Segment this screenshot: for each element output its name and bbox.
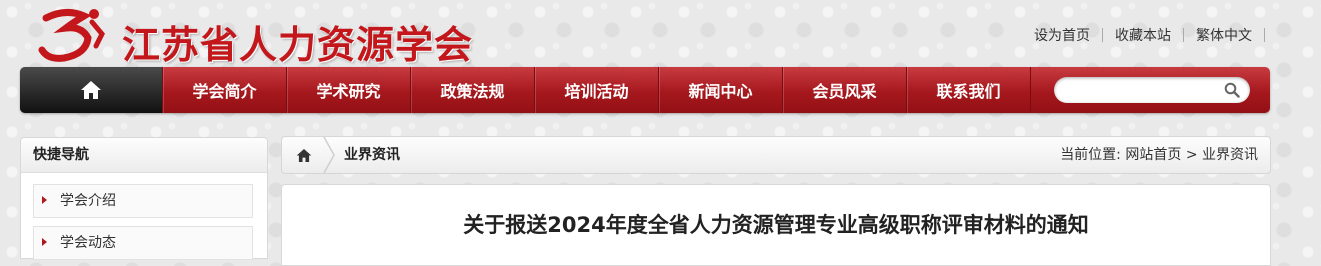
nav-item-research[interactable]: 学术研究 [286,67,410,113]
site-logo[interactable]: 江苏省人力资源学会 [36,4,556,67]
chevron-right-icon [323,137,335,173]
sidebar-title: 快捷导航 [21,138,267,173]
search-icon[interactable] [1224,82,1240,98]
breadcrumb: 业界资讯 当前位置: 网站首页 > 业界资讯 [281,136,1271,174]
nav-item-policy[interactable]: 政策法规 [410,67,534,113]
main-nav: 学会简介 学术研究 政策法规 培训活动 新闻中心 会员风采 联系我们 [20,67,1270,113]
article-panel: 关于报送2024年度全省人力资源管理专业高级职称评审材料的通知 [281,184,1271,266]
set-homepage-link[interactable]: 设为首页 [1022,25,1102,45]
breadcrumb-home-link[interactable]: 网站首页 [1125,147,1181,163]
nav-item-contact[interactable]: 联系我们 [906,67,1031,113]
breadcrumb-current-link[interactable]: 业界资讯 [1202,147,1258,163]
sidebar-item-news[interactable]: 学会动态 [33,226,253,260]
search-box [1054,77,1250,103]
top-links: 设为首页 收藏本站 繁体中文 [1022,25,1265,45]
nav-item-about[interactable]: 学会简介 [162,67,286,113]
nav-item-news[interactable]: 新闻中心 [658,67,782,113]
search-input[interactable] [1064,80,1218,102]
article-title: 关于报送2024年度全省人力资源管理专业高级职称评审材料的通知 [463,213,1089,237]
traditional-chinese-link[interactable]: 繁体中文 [1184,25,1264,45]
home-icon [296,148,312,162]
home-icon [81,81,101,99]
nav-item-training[interactable]: 培训活动 [534,67,658,113]
section-title: 业界资讯 [344,147,400,163]
divider [1264,28,1265,42]
site-title: 江苏省人力资源学会 [122,22,474,67]
bookmark-link[interactable]: 收藏本站 [1103,25,1183,45]
current-location-label: 当前位置: [1060,147,1121,163]
sidebar-item-label: 学会介绍 [60,193,116,209]
nav-item-members[interactable]: 会员风采 [782,67,906,113]
breadcrumb-separator: > [1185,147,1198,163]
sidebar-item-label: 学会动态 [60,235,116,251]
current-location: 当前位置: 网站首页 > 业界资讯 [1060,137,1258,173]
sidebar: 快捷导航 学会介绍 学会动态 [20,137,268,260]
nav-items: 学会简介 学术研究 政策法规 培训活动 新闻中心 会员风采 联系我们 [162,67,1031,113]
arrow-right-icon [42,196,47,204]
logo-emblem-icon [38,9,105,62]
breadcrumb-home-button[interactable] [282,137,326,173]
sidebar-item-intro[interactable]: 学会介绍 [33,184,253,218]
nav-home-button[interactable] [20,67,162,113]
